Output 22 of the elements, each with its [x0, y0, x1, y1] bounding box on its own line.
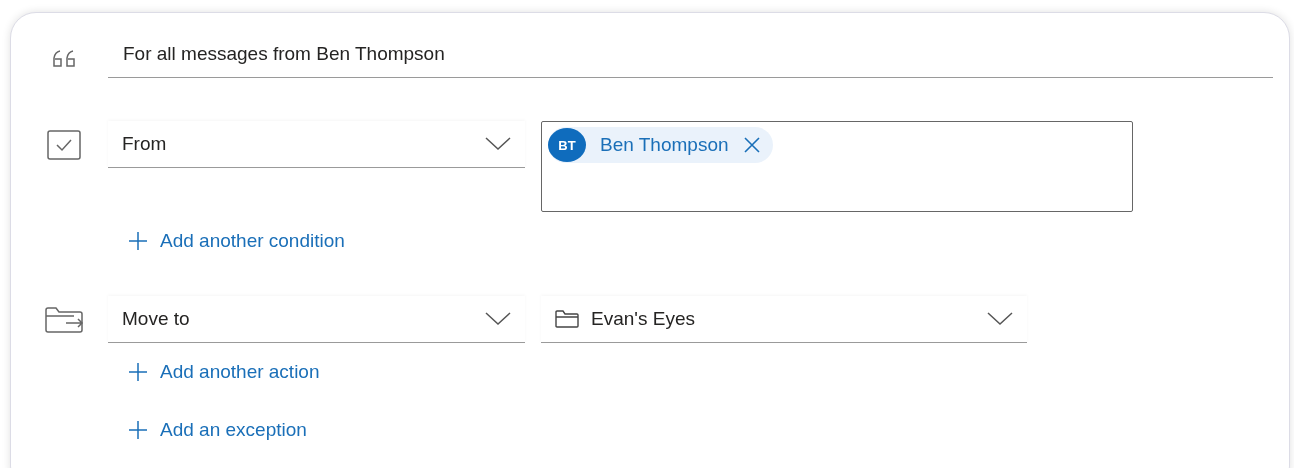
folder-move-icon [43, 305, 84, 334]
checkbox-icon [46, 130, 81, 160]
add-condition-link[interactable]: Add another condition [118, 226, 355, 256]
rule-name-field[interactable]: For all messages from Ben Thompson [108, 39, 1273, 78]
folder-dropdown[interactable]: Evan's Eyes [541, 296, 1027, 343]
action-dropdown[interactable]: Move to [108, 296, 525, 343]
plus-icon [128, 231, 148, 251]
recipient-name: Ben Thompson [600, 134, 729, 156]
recipient-field[interactable]: BT Ben Thompson [541, 121, 1133, 212]
recipient-chip[interactable]: BT Ben Thompson [548, 127, 773, 163]
quote-icon [51, 48, 76, 69]
condition-dropdown[interactable]: From [108, 121, 525, 168]
chevron-down-icon [485, 312, 511, 326]
avatar-initials: BT [548, 128, 586, 162]
plus-icon [128, 362, 148, 382]
plus-icon [128, 420, 148, 440]
close-icon[interactable] [742, 136, 761, 154]
chevron-down-icon [987, 312, 1013, 326]
chevron-down-icon [485, 137, 511, 151]
folder-icon [555, 310, 579, 328]
add-exception-link[interactable]: Add an exception [118, 415, 317, 445]
add-action-link[interactable]: Add another action [118, 357, 330, 387]
